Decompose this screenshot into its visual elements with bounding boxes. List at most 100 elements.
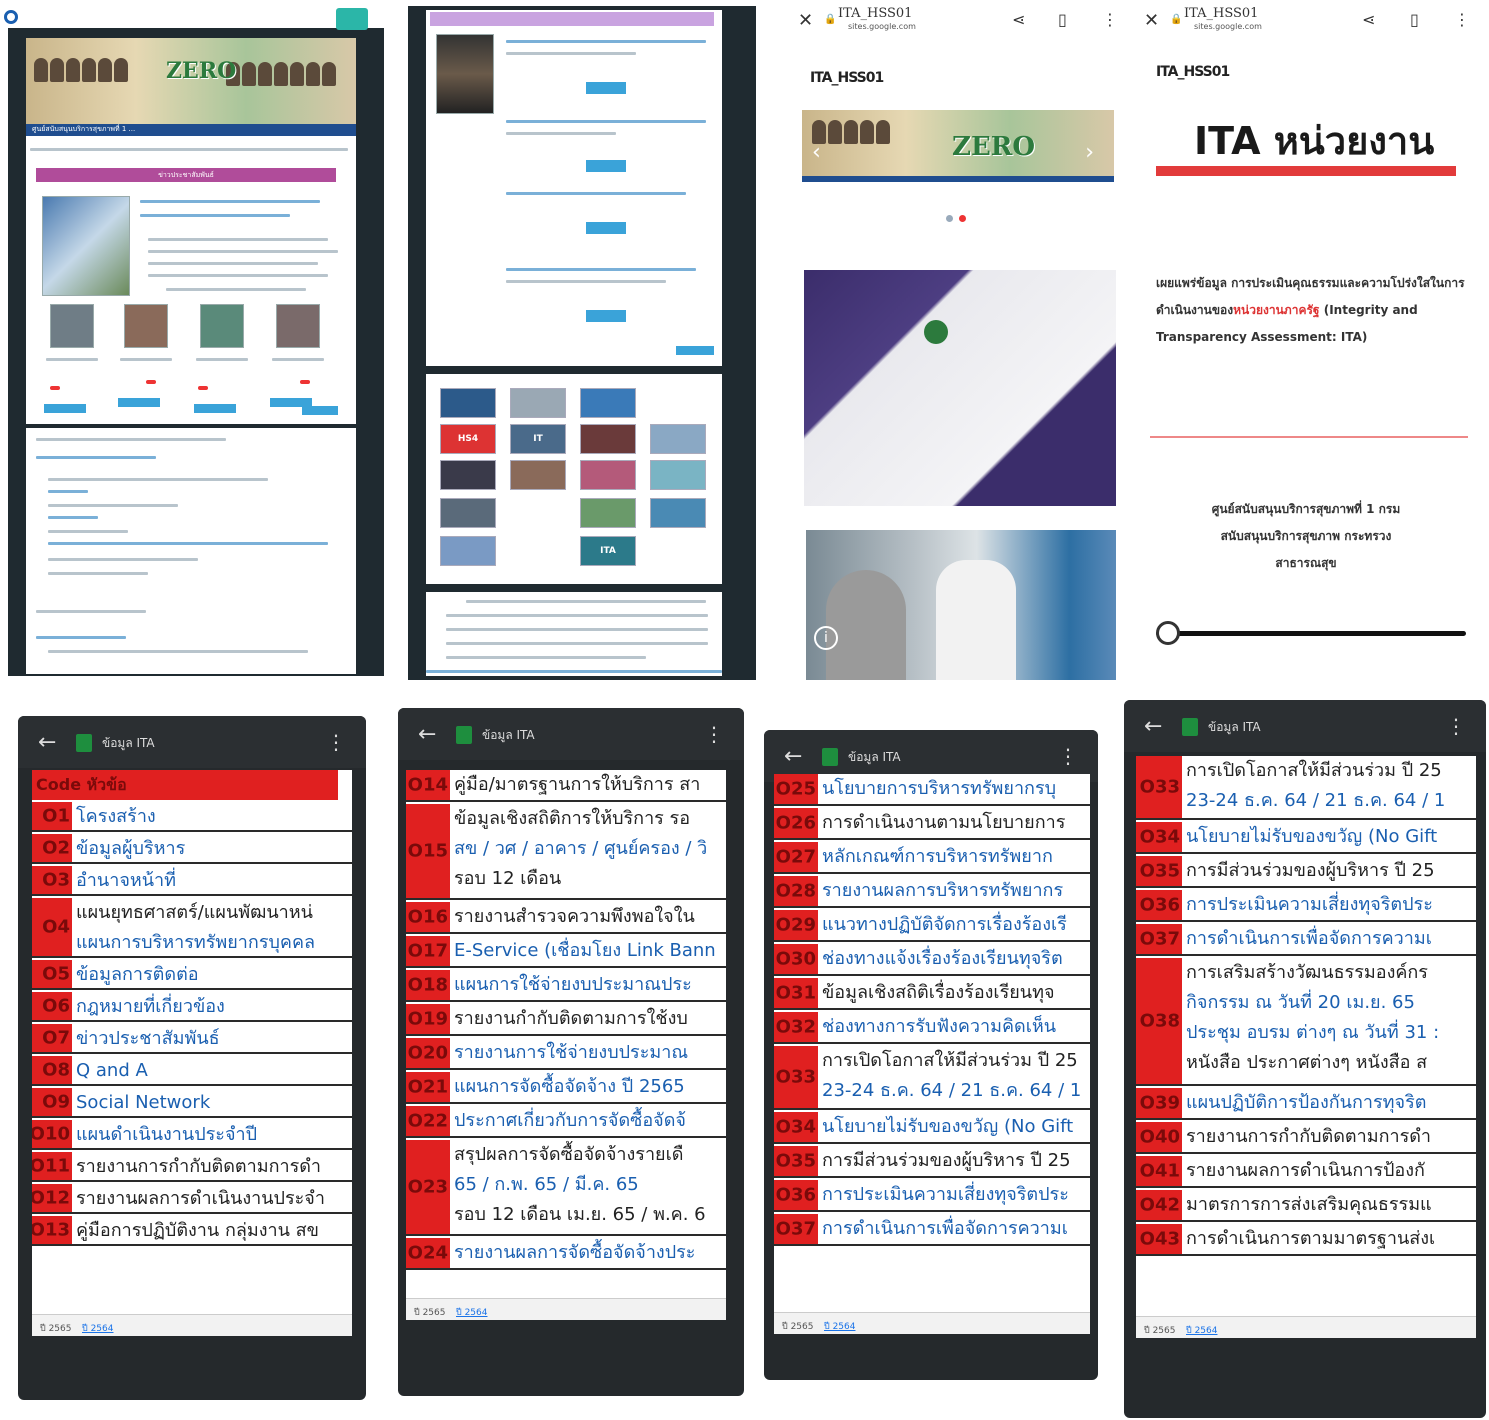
table-row[interactable]: O5 ข้อมูลการติดต่อ: [32, 960, 352, 990]
site-name[interactable]: ITA_HSS01: [1156, 64, 1230, 80]
row-topic[interactable]: อำนาจหน้าที่: [72, 866, 352, 894]
table-row[interactable]: O34 นโยบายไม่รับของขวัญ (No Gift: [774, 1112, 1090, 1144]
table-row[interactable]: O21 แผนการจัดซื้อจัดจ้าง ปี 2565: [406, 1072, 726, 1104]
back-arrow-icon[interactable]: ←: [38, 730, 56, 755]
table-row[interactable]: O32 ช่องทางการรับฟังความคิดเห็น: [774, 1012, 1090, 1044]
link-tile-13[interactable]: [440, 536, 496, 566]
row-topic[interactable]: ข้อมูลเชิงสถิติเรื่องร้องเรียนทุจ: [818, 978, 1090, 1008]
read-more-button-2[interactable]: [118, 398, 160, 407]
row-topic[interactable]: โครงสร้าง: [72, 802, 352, 830]
table-row[interactable]: O16 รายงานสำรวจความพึงพอใจใน: [406, 902, 726, 934]
table-row[interactable]: O43 การดำเนินการตามมาตรฐานส่งเ: [1136, 1224, 1476, 1256]
table-row[interactable]: O37 การดำเนินการเพื่อจัดการความเ: [1136, 924, 1476, 956]
table-row[interactable]: O11 รายงานการกำกับติดตามการดำ: [32, 1152, 352, 1182]
download-button-1[interactable]: [586, 82, 626, 94]
table-row[interactable]: O34 นโยบายไม่รับของขวัญ (No Gift: [1136, 822, 1476, 854]
top-nav[interactable]: ศูนย์สนับสนุนบริการสุขภาพที่ 1 ...: [26, 124, 356, 136]
row-topic[interactable]: แผนยุทธศาสตร์/แผนพัฒนาหน่ แผนการบริหารทรั…: [72, 898, 352, 956]
carousel-dots[interactable]: [946, 215, 966, 222]
row-topic[interactable]: รายงานผลการจัดซื้อจัดจ้างประ: [450, 1238, 726, 1268]
link-tile-9[interactable]: [650, 460, 706, 490]
link-tile-11[interactable]: [580, 498, 636, 528]
row-topic[interactable]: รายงานกำกับติดตามการใช้งบ: [450, 1004, 726, 1034]
back-arrow-icon[interactable]: ←: [784, 744, 802, 769]
row-topic[interactable]: การดำเนินการเพื่อจัดการความเ: [818, 1214, 1090, 1244]
row-topic[interactable]: ข่าวประชาสัมพันธ์: [72, 1024, 352, 1052]
link-tile-it[interactable]: IT: [510, 424, 566, 454]
sheet-tab[interactable]: ปี 2564: [1186, 1323, 1217, 1337]
table-row[interactable]: O28 รายงานผลการบริหารทรัพยากร: [774, 876, 1090, 908]
download-button-2[interactable]: [586, 160, 626, 172]
download-button-3[interactable]: [586, 222, 626, 234]
row-topic[interactable]: Q and A: [72, 1056, 352, 1084]
link-tile-4[interactable]: [580, 424, 636, 454]
table-row[interactable]: O19 รายงานกำกับติดตามการใช้งบ: [406, 1004, 726, 1036]
sheet-tab[interactable]: ปี 2565: [414, 1305, 445, 1319]
more-button[interactable]: [676, 346, 714, 355]
row-topic[interactable]: ประกาศเกี่ยวกับการจัดซื้อจัดจ้: [450, 1106, 726, 1136]
link-tile-ita[interactable]: ITA: [580, 536, 636, 566]
row-topic[interactable]: Social Network: [72, 1088, 352, 1116]
info-icon[interactable]: i: [814, 626, 838, 650]
table-row[interactable]: O22 ประกาศเกี่ยวกับการจัดซื้อจัดจ้: [406, 1106, 726, 1138]
bookmark-icon[interactable]: ▯: [1410, 10, 1419, 29]
more-icon[interactable]: ⋮: [326, 730, 346, 754]
row-topic[interactable]: การมีส่วนร่วมของผู้บริหาร ปี 25: [818, 1146, 1090, 1176]
table-row[interactable]: O13 คู่มือการปฏิบัติงาน กลุ่มงาน สข: [32, 1216, 352, 1246]
link-tile-6[interactable]: [440, 460, 496, 490]
table-row[interactable]: O23 สรุปผลการจัดซื้อจัดจ้างรายเดื 65 / ก.พ…: [406, 1140, 726, 1236]
share-icon[interactable]: ⋖: [1012, 10, 1025, 29]
table-row[interactable]: O30 ช่องทางแจ้งเรื่องร้องเรียนทุจริต: [774, 944, 1090, 976]
news-thumb-4[interactable]: [276, 304, 320, 348]
row-topic[interactable]: การดำเนินการตามมาตรฐานส่งเ: [1182, 1224, 1476, 1254]
table-row[interactable]: O7 ข่าวประชาสัมพันธ์: [32, 1024, 352, 1054]
row-topic[interactable]: การเปิดโอกาสให้มีส่วนร่วม ปี 25 23-24 ธ.ค…: [1182, 756, 1476, 818]
sheet-tab[interactable]: ปี 2565: [40, 1321, 71, 1335]
media-progress-knob[interactable]: [1156, 621, 1180, 645]
link-tile-7[interactable]: [510, 460, 566, 490]
row-topic[interactable]: รายงานการกำกับติดตามการดำ: [72, 1152, 352, 1180]
share-icon[interactable]: ⋖: [1362, 10, 1375, 29]
row-topic[interactable]: E-Service (เชื่อมโยง Link Bann: [450, 936, 726, 966]
more-icon[interactable]: ⋮: [704, 722, 724, 746]
row-topic[interactable]: นโยบายการบริหารทรัพยากรบุ: [818, 774, 1090, 804]
table-row[interactable]: O40 รายงานการกำกับติดตามการดำ: [1136, 1122, 1476, 1154]
table-row[interactable]: O8 Q and A: [32, 1056, 352, 1086]
table-row[interactable]: O12 รายงานผลการดำเนินงานประจำ: [32, 1184, 352, 1214]
row-topic[interactable]: แผนการจัดซื้อจัดจ้าง ปี 2565: [450, 1072, 726, 1102]
table-row[interactable]: O33 การเปิดโอกาสให้มีส่วนร่วม ปี 25 23-24 …: [1136, 756, 1476, 820]
row-topic[interactable]: การมีส่วนร่วมของผู้บริหาร ปี 25: [1182, 856, 1476, 886]
table-row[interactable]: O42 มาตรการการส่งเสริมคุณธรรมแ: [1136, 1190, 1476, 1222]
row-topic[interactable]: แผนการใช้จ่ายงบประมาณประ: [450, 970, 726, 1000]
sheet-tab[interactable]: ปี 2565: [782, 1319, 813, 1333]
table-row[interactable]: O26 การดำเนินงานตามนโยบายการ: [774, 808, 1090, 840]
table-row[interactable]: O18 แผนการใช้จ่ายงบประมาณประ: [406, 970, 726, 1002]
sheet-tab[interactable]: ปี 2564: [456, 1305, 487, 1319]
read-more-button-3[interactable]: [194, 404, 236, 413]
row-topic[interactable]: รายงานผลการบริหารทรัพยากร: [818, 876, 1090, 906]
news-main-image[interactable]: [42, 196, 130, 296]
row-topic[interactable]: กฎหมายที่เกี่ยวข้อง: [72, 992, 352, 1020]
row-topic[interactable]: การประเมินความเสี่ยงทุจริตประ: [818, 1180, 1090, 1210]
link-tile-1[interactable]: [440, 388, 496, 418]
banner-carousel[interactable]: ZERO ‹ ›: [802, 110, 1114, 182]
row-topic[interactable]: รายงานผลการดำเนินการป้องกั: [1182, 1156, 1476, 1186]
link-tile-12[interactable]: [650, 498, 706, 528]
row-topic[interactable]: นโยบายไม่รับของขวัญ (No Gift: [1182, 822, 1476, 852]
link-tile-2[interactable]: [510, 388, 566, 418]
site-name[interactable]: ITA_HSS01: [810, 70, 884, 86]
table-row[interactable]: O3 อำนาจหน้าที่: [32, 866, 352, 896]
sheet-tab[interactable]: ปี 2564: [824, 1319, 855, 1333]
spreadsheet-grid[interactable]: O25 นโยบายการบริหารทรัพยากรบุ O26 การดำเนิน…: [774, 774, 1090, 1312]
row-topic[interactable]: การเปิดโอกาสให้มีส่วนร่วม ปี 25 23-24 ธ.ค…: [818, 1046, 1090, 1108]
table-row[interactable]: O35 การมีส่วนร่วมของผู้บริหาร ปี 25: [774, 1146, 1090, 1178]
table-row[interactable]: O37 การดำเนินการเพื่อจัดการความเ: [774, 1214, 1090, 1246]
table-row[interactable]: O39 แผนปฏิบัติการป้องกันการทุจริต: [1136, 1088, 1476, 1120]
close-icon[interactable]: ✕: [1144, 10, 1159, 31]
table-row[interactable]: O6 กฎหมายที่เกี่ยวข้อง: [32, 992, 352, 1022]
spreadsheet-grid[interactable]: O33 การเปิดโอกาสให้มีส่วนร่วม ปี 25 23-24 …: [1136, 756, 1476, 1316]
close-icon[interactable]: ✕: [798, 10, 813, 31]
row-topic[interactable]: คู่มือ/มาตรฐานการให้บริการ สา: [450, 770, 726, 800]
table-row[interactable]: O25 นโยบายการบริหารทรัพยากรบุ: [774, 774, 1090, 806]
row-topic[interactable]: รายงานผลการดำเนินงานประจำ: [72, 1184, 352, 1212]
